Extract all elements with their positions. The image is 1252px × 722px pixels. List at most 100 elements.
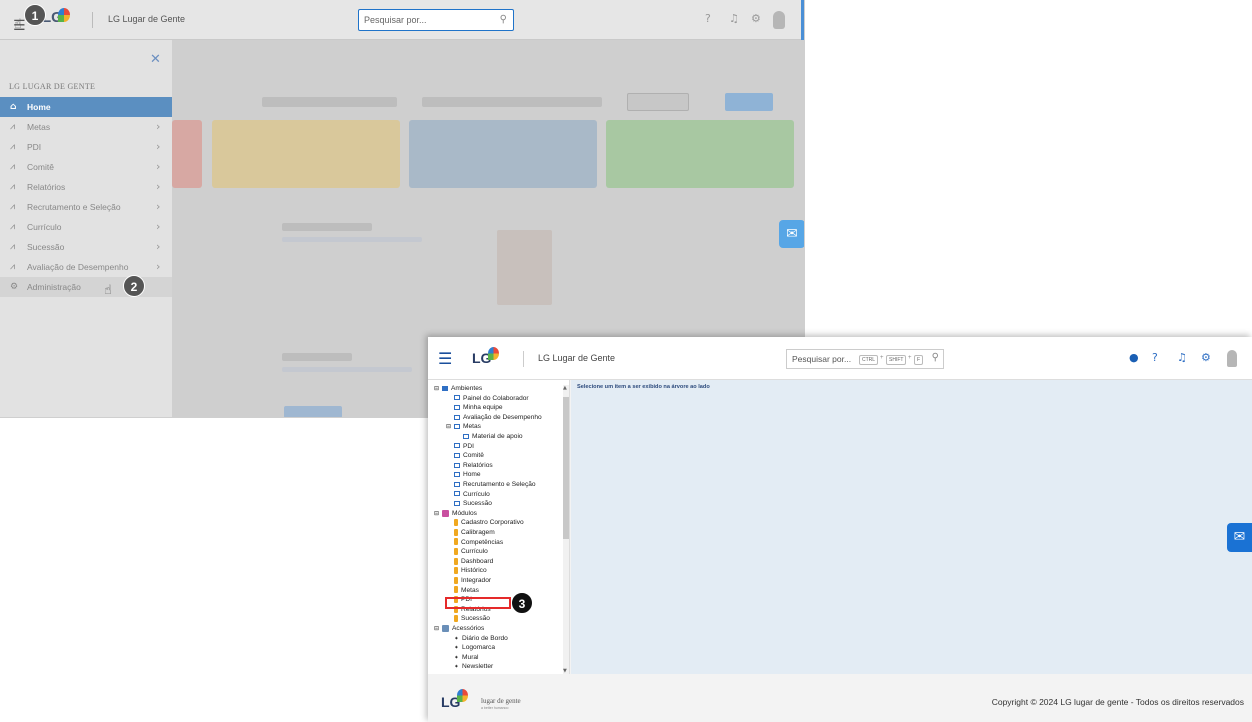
avatar[interactable] bbox=[773, 11, 785, 29]
tree-node-acessorios[interactable]: ⊟ Acessórios bbox=[434, 624, 484, 634]
footer-subtagline: a better humanoo bbox=[481, 706, 509, 710]
sidebar-item-comite[interactable]: ⩘ Comitê › bbox=[0, 157, 172, 177]
logo-drop-icon bbox=[488, 347, 499, 360]
chevron-right-icon: › bbox=[156, 180, 161, 193]
kbd-f: F bbox=[914, 355, 924, 365]
search-placeholder: Pesquisar por... bbox=[364, 15, 427, 25]
sidebar-item-label: Comitê bbox=[27, 162, 54, 172]
bell-icon[interactable]: ♫ bbox=[1177, 351, 1187, 364]
tree-item[interactable]: ➧ Logomarca bbox=[454, 643, 495, 653]
tree-item[interactable]: Painel do Colaborador bbox=[454, 394, 529, 404]
chat-icon[interactable]: ✉ bbox=[779, 220, 804, 248]
help-icon[interactable]: ? bbox=[705, 12, 711, 25]
company-name: LG Lugar de Gente bbox=[538, 353, 616, 363]
tree-item[interactable]: Calibragem bbox=[454, 528, 495, 538]
info-icon[interactable]: ● bbox=[1129, 351, 1139, 364]
sidebar-item-avaliacao[interactable]: ⩘ Avaliação de Desempenho › bbox=[0, 257, 172, 277]
search-input[interactable]: Pesquisar por... CTRL + SHIFT + F ⚲ bbox=[786, 349, 944, 369]
chart-icon: ⩘ bbox=[10, 182, 16, 192]
tree-item[interactable]: ➧ Mural bbox=[454, 653, 479, 663]
scroll-edge bbox=[801, 0, 804, 40]
step-badge-1: 1 bbox=[24, 4, 46, 26]
kbd-shift: SHIFT bbox=[886, 355, 907, 365]
tree-item[interactable]: Dashboard bbox=[454, 557, 493, 567]
card-red bbox=[172, 120, 202, 188]
card-blue bbox=[409, 120, 597, 188]
chart-icon: ⩘ bbox=[10, 242, 16, 252]
kbd-ctrl: CTRL bbox=[859, 355, 879, 365]
divider bbox=[92, 12, 93, 28]
tree-item[interactable]: Competências bbox=[454, 538, 503, 548]
tree-item[interactable]: Comitê bbox=[454, 451, 484, 461]
tree-item[interactable]: Sucessão bbox=[454, 499, 492, 509]
gear-icon[interactable]: ⚙ bbox=[1201, 351, 1211, 364]
sidebar-item-label: Sucessão bbox=[27, 242, 65, 252]
tree-item[interactable]: ➧ Diário de Bordo bbox=[454, 634, 508, 644]
tree-item[interactable]: PDI bbox=[454, 442, 474, 452]
empty-state-message: Selecione um item a ser exibido na árvor… bbox=[577, 384, 710, 390]
search-icon: ⚲ bbox=[499, 14, 507, 25]
sidebar-item-administracao[interactable]: ⚙ Administração bbox=[0, 277, 172, 297]
tree-item[interactable]: Relatórios bbox=[454, 461, 493, 471]
tree-item[interactable]: Metas bbox=[454, 586, 479, 596]
avatar[interactable] bbox=[1227, 350, 1237, 367]
tree-node-metas[interactable]: ⊟ Metas bbox=[446, 422, 481, 432]
top-bar: ☰ LG LG Lugar de Gente Pesquisar por... … bbox=[0, 0, 804, 40]
hand-cursor-icon: ☝ bbox=[104, 283, 112, 298]
tree-item[interactable]: Material de apoio bbox=[463, 432, 523, 442]
sidebar-item-home[interactable]: ⌂ Home bbox=[0, 97, 172, 117]
highlight-box-pdi bbox=[445, 597, 511, 609]
chart-icon: ⩘ bbox=[10, 162, 16, 172]
home-icon: ⌂ bbox=[10, 102, 17, 112]
gear-icon: ⚙ bbox=[10, 282, 19, 292]
sidebar-item-relatorios[interactable]: ⩘ Relatórios › bbox=[0, 177, 172, 197]
card-yellow bbox=[212, 120, 400, 188]
tree-node-ambientes[interactable]: ⊟ Ambientes bbox=[434, 384, 482, 394]
hand-cursor-icon: ☝ bbox=[14, 17, 22, 32]
navigation-tree: ⊟ Ambientes Painel do Colaborador Minha e… bbox=[428, 380, 570, 674]
search-placeholder: Pesquisar por... bbox=[792, 354, 852, 364]
tree-item[interactable]: Home bbox=[454, 470, 481, 480]
sidebar-item-metas[interactable]: ⩘ Metas › bbox=[0, 117, 172, 137]
sidebar-item-label: Currículo bbox=[27, 222, 62, 232]
sidebar-item-pdi[interactable]: ⩘ PDI › bbox=[0, 137, 172, 157]
chat-icon[interactable]: ✉ bbox=[1227, 523, 1252, 552]
tree-item[interactable]: ➧ Newsletter bbox=[454, 662, 493, 672]
close-icon[interactable]: ✕ bbox=[150, 52, 161, 67]
chart-icon: ⩘ bbox=[10, 122, 16, 132]
chart-icon: ⩘ bbox=[10, 202, 16, 212]
sidebar-item-label: Relatórios bbox=[27, 182, 66, 192]
help-icon[interactable]: ? bbox=[1152, 351, 1158, 364]
sidebar-item-label: Avaliação de Desempenho bbox=[27, 262, 129, 272]
tree-scrollbar[interactable]: ▲ ▼ bbox=[563, 385, 569, 674]
sidebar-item-label: Metas bbox=[27, 122, 51, 132]
tree-item[interactable]: Minha equipe bbox=[454, 403, 503, 413]
bell-icon[interactable]: ♫ bbox=[729, 12, 739, 25]
scroll-up-icon[interactable]: ▲ bbox=[563, 385, 567, 391]
chevron-right-icon: › bbox=[156, 260, 161, 273]
content-panel: Selecione um item a ser exibido na árvor… bbox=[571, 380, 1252, 674]
tree-item[interactable]: Recrutamento e Seleção bbox=[454, 480, 536, 490]
kbd-plus: + bbox=[908, 355, 912, 361]
menu-icon[interactable]: ☰ bbox=[438, 349, 452, 368]
sidebar-item-label: Home bbox=[27, 102, 51, 112]
tree-item[interactable]: Integrador bbox=[454, 576, 491, 586]
logo-drop-icon bbox=[457, 689, 468, 702]
search-input[interactable]: Pesquisar por... ⚲ bbox=[358, 9, 514, 31]
tree-item[interactable]: Avaliação de Desempenho bbox=[454, 413, 542, 423]
tree-item[interactable]: Cadastro Corporativo bbox=[454, 518, 524, 528]
chart-icon: ⩘ bbox=[10, 262, 16, 272]
gear-icon[interactable]: ⚙ bbox=[751, 12, 761, 25]
footer-tagline: lugar de gente bbox=[481, 697, 521, 705]
sidebar-item-sucessao[interactable]: ⩘ Sucessão › bbox=[0, 237, 172, 257]
logo-drop-icon bbox=[58, 8, 70, 22]
tree-item[interactable]: Histórico bbox=[454, 566, 487, 576]
tree-item[interactable]: Currículo bbox=[454, 490, 490, 500]
sidebar-item-curriculo[interactable]: ⩘ Currículo › bbox=[0, 217, 172, 237]
tree-item[interactable]: Sucessão bbox=[454, 614, 490, 624]
tree-item[interactable]: Currículo bbox=[454, 547, 488, 557]
tree-node-modulos[interactable]: ⊟ Módulos bbox=[434, 509, 477, 519]
scroll-thumb[interactable] bbox=[563, 397, 569, 539]
sidebar-item-recrutamento[interactable]: ⩘ Recrutamento e Seleção › bbox=[0, 197, 172, 217]
card-green bbox=[606, 120, 794, 188]
